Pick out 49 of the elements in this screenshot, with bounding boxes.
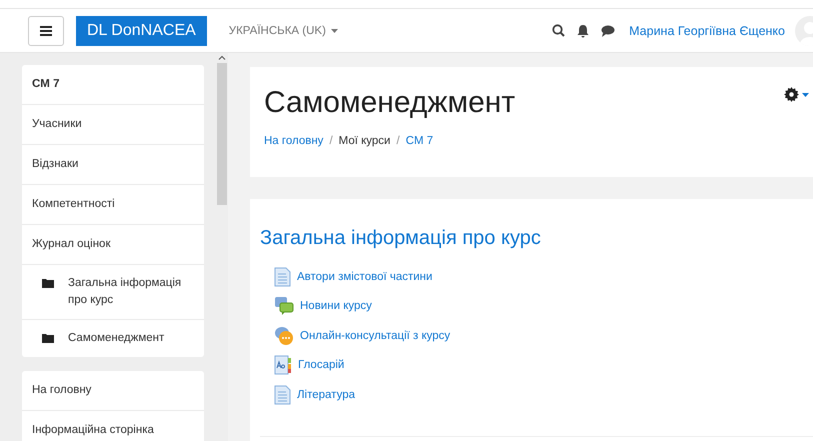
breadcrumb-separator: /: [329, 135, 333, 147]
chat-bubbles-icon: [274, 326, 294, 346]
scrollbar-thumb[interactable]: [217, 63, 227, 205]
nav-item[interactable]: Відзнаки: [22, 144, 204, 184]
breadcrumb-item[interactable]: Мої курси: [338, 135, 390, 147]
page-title: Самоменеджмент: [264, 85, 516, 121]
nav-item[interactable]: Загальна інформація про курс: [22, 264, 204, 319]
activity-label: Глосарій: [298, 359, 344, 372]
activity-label: Новини курсу: [300, 300, 372, 312]
nav-item[interactable]: Компетентності: [22, 184, 204, 224]
search-icon[interactable]: [552, 24, 566, 37]
activity-label: Автори змістової частини: [297, 270, 432, 283]
speech-bubbles-icon: [274, 296, 294, 316]
breadcrumb-link[interactable]: CM 7: [406, 135, 434, 147]
caret-icon: [330, 28, 338, 32]
activity-label: Література: [297, 388, 355, 401]
nav-item[interactable]: Самоменеджмент: [22, 319, 204, 357]
breadcrumb-link[interactable]: На головну: [264, 135, 324, 147]
activity-link[interactable]: Онлайн-консультації з курсу: [274, 321, 813, 350]
nav-item[interactable]: На головну: [22, 371, 204, 410]
menu-icon: [40, 26, 52, 36]
folder-icon: [42, 333, 54, 343]
scroll-up-icon[interactable]: [218, 55, 226, 60]
section-title: Загальна інформація про курс: [260, 227, 542, 250]
document-icon: [274, 384, 291, 405]
activity-link[interactable]: Глосарій: [274, 350, 813, 380]
settings-menu[interactable]: [784, 87, 809, 102]
bell-icon[interactable]: [577, 24, 590, 38]
nav-item-label: Загальна інформація про курс: [68, 276, 182, 308]
menu-button[interactable]: [28, 16, 64, 46]
activity-label: Онлайн-консультації з курсу: [300, 330, 450, 342]
breadcrumb-separator: /: [396, 135, 400, 147]
activity-link[interactable]: Новини курсу: [274, 292, 813, 321]
chat-bubble-icon[interactable]: [601, 24, 616, 36]
nav-item[interactable]: Журнал оцінок: [22, 224, 204, 264]
document-icon: [274, 266, 291, 287]
nav-item[interactable]: Інформаційна сторінка: [22, 410, 204, 441]
nav-item-label: Самоменеджмент: [68, 331, 164, 346]
site-brand[interactable]: DL DonNACEA: [76, 16, 207, 46]
nav-item[interactable]: Учасники: [22, 104, 204, 144]
settings-icon: [784, 87, 799, 102]
activity-link[interactable]: Автори змістової частини: [274, 262, 813, 292]
activity-link[interactable]: Література: [274, 380, 813, 410]
glossary-book-icon: [274, 355, 292, 376]
nav-item[interactable]: CM 7: [22, 65, 204, 104]
caret-icon: [802, 92, 809, 96]
language-menu[interactable]: УКРАЇНСЬКА (UK): [228, 24, 338, 36]
user-name[interactable]: Марина Георгіївна Єщенко: [629, 24, 785, 38]
folder-icon: [42, 278, 54, 288]
